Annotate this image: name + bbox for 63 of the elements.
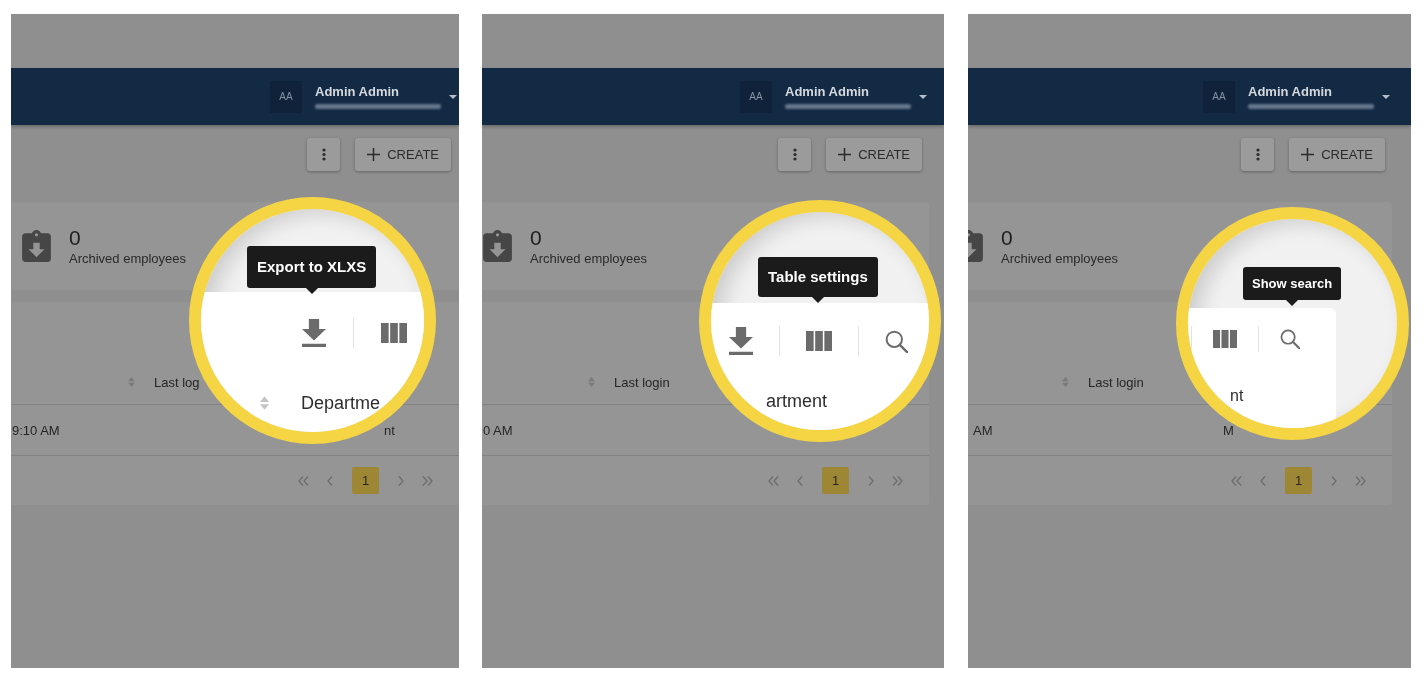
vertical-dots-icon xyxy=(321,148,326,161)
column-header: Departme xyxy=(301,393,381,413)
search-icon[interactable] xyxy=(1280,329,1300,349)
stat-label: Archived employees xyxy=(530,249,648,267)
table-cell: nt xyxy=(384,422,395,438)
double-chevron-left-icon[interactable] xyxy=(768,475,779,486)
double-chevron-right-icon[interactable] xyxy=(892,475,903,486)
plus-icon xyxy=(1301,148,1315,161)
table-cell: AM xyxy=(973,423,993,438)
avatar: AA xyxy=(1203,80,1235,113)
stat-label: Archived employees xyxy=(69,249,187,267)
vertical-dots-icon xyxy=(792,148,797,161)
dropdown-caret-icon[interactable] xyxy=(919,94,927,99)
user-name: Admin Admin xyxy=(315,84,400,99)
table-cell: 0 AM xyxy=(483,423,513,438)
sort-icon[interactable] xyxy=(1062,377,1069,387)
table-cell: M xyxy=(1223,422,1234,438)
create-button[interactable]: CREATE xyxy=(355,138,451,171)
search-icon[interactable] xyxy=(885,329,908,353)
clipboard-download-icon xyxy=(22,230,51,262)
sort-icon[interactable] xyxy=(588,377,595,387)
double-chevron-right-icon[interactable] xyxy=(422,475,433,486)
more-button[interactable] xyxy=(307,138,341,171)
sort-icon[interactable] xyxy=(128,377,135,387)
columns-icon[interactable] xyxy=(381,323,407,343)
column-header: Last log xyxy=(154,374,200,390)
column-header: nt xyxy=(1230,387,1244,405)
plus-icon xyxy=(838,148,852,161)
sort-icon[interactable] xyxy=(260,396,269,410)
stat-label: Archived employees xyxy=(1001,249,1119,267)
column-header: Last login xyxy=(1088,374,1144,390)
create-button[interactable]: CREATE xyxy=(1289,138,1385,171)
clipboard-download-icon xyxy=(483,230,512,262)
create-button[interactable]: CREATE xyxy=(826,138,922,171)
tooltip: Export to XLXS xyxy=(247,246,377,294)
stat-value: 0 xyxy=(69,225,82,250)
double-chevron-right-icon[interactable] xyxy=(1355,475,1366,486)
page-button[interactable]: 1 xyxy=(1285,467,1312,494)
tooltip: Show search xyxy=(1243,267,1342,306)
download-icon[interactable] xyxy=(302,319,326,347)
avatar: AA xyxy=(270,80,302,113)
download-icon[interactable] xyxy=(729,327,753,355)
user-name: Admin Admin xyxy=(1248,84,1333,99)
more-button[interactable] xyxy=(778,138,812,171)
stat-value: 0 xyxy=(1001,225,1014,250)
page-button[interactable]: 1 xyxy=(352,467,379,494)
avatar: AA xyxy=(740,80,772,113)
tooltip: Table settings xyxy=(758,257,878,303)
page-button[interactable]: 1 xyxy=(822,467,849,494)
column-header: Last login xyxy=(614,374,670,390)
more-button[interactable] xyxy=(1241,138,1275,171)
user-name: Admin Admin xyxy=(785,84,870,99)
double-chevron-left-icon[interactable] xyxy=(298,475,309,486)
vertical-dots-icon xyxy=(1255,148,1260,161)
column-header: artment xyxy=(766,391,828,411)
table-cell: 9:10 AM xyxy=(12,423,60,438)
stat-value: 0 xyxy=(530,225,543,250)
dropdown-caret-icon[interactable] xyxy=(1382,94,1390,99)
columns-icon[interactable] xyxy=(806,331,832,351)
double-chevron-left-icon[interactable] xyxy=(1231,475,1242,486)
columns-icon[interactable] xyxy=(1213,330,1237,348)
dropdown-caret-icon[interactable] xyxy=(449,94,457,99)
plus-icon xyxy=(367,148,381,161)
